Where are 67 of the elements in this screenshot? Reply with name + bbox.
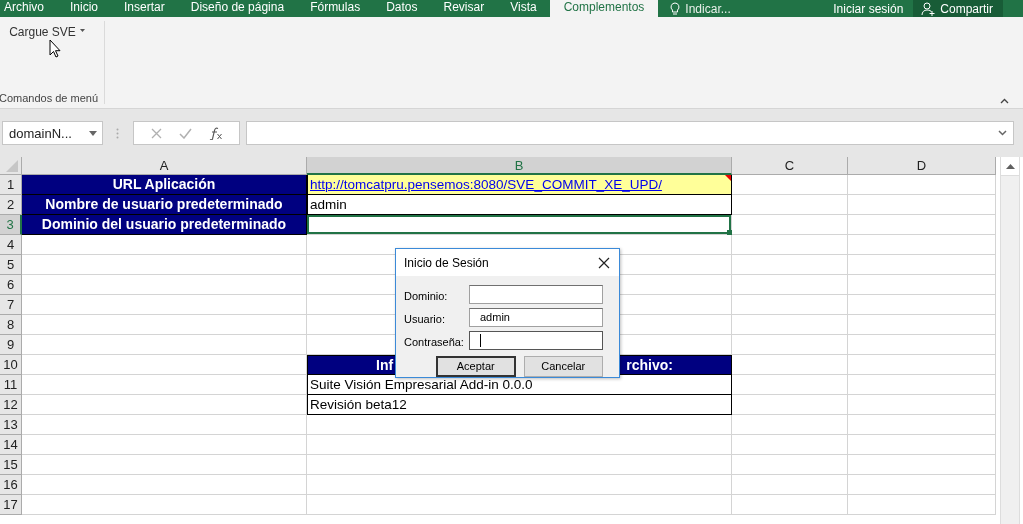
- row-header[interactable]: 2: [0, 195, 22, 215]
- row-header[interactable]: 4: [0, 235, 22, 255]
- field-label: Dominio:: [404, 290, 448, 304]
- row-header[interactable]: 13: [0, 415, 22, 435]
- row-header[interactable]: 14: [0, 435, 22, 455]
- formula-input[interactable]: [246, 121, 1014, 145]
- row-header[interactable]: 9: [0, 335, 22, 355]
- ribbon-tab[interactable]: Diseño de página: [177, 0, 298, 17]
- input-field[interactable]: [469, 331, 603, 350]
- field-label: Usuario:: [404, 313, 445, 327]
- row-header[interactable]: 15: [0, 455, 22, 475]
- row-header[interactable]: 1: [0, 175, 22, 195]
- selected-cell[interactable]: [307, 215, 732, 235]
- input-field[interactable]: [469, 285, 603, 304]
- tell-me-search[interactable]: Indicar...: [658, 1, 731, 16]
- row-header[interactable]: 3: [0, 215, 22, 235]
- row-header[interactable]: 10: [0, 355, 22, 375]
- cell-text: Inf: [376, 356, 394, 374]
- dialog-button[interactable]: Aceptar: [436, 356, 516, 377]
- ribbon-tab[interactable]: Revisar: [430, 0, 498, 17]
- table-cell: URL Aplicación: [22, 175, 307, 195]
- ribbon-tab[interactable]: Vista: [497, 0, 550, 17]
- row-header[interactable]: 7: [0, 295, 22, 315]
- cancel-icon: [150, 127, 162, 139]
- expand-icon: [998, 130, 1007, 136]
- row-header[interactable]: 8: [0, 315, 22, 335]
- sign-in-link[interactable]: Iniciar sesión: [823, 1, 914, 16]
- table-cell: Dominio del usuario predeterminado: [22, 215, 307, 235]
- ribbon-tab[interactable]: Insertar: [111, 0, 178, 17]
- column-header[interactable]: C: [732, 157, 848, 175]
- ribbon-tab[interactable]: Inicio: [57, 0, 112, 17]
- collapse-ribbon-icon: [1000, 98, 1009, 104]
- ribbon-tab[interactable]: Datos: [373, 0, 431, 17]
- menu-button[interactable]: Cargue SVE: [9, 25, 85, 39]
- row-header[interactable]: 17: [0, 495, 22, 515]
- dropdown-caret-icon: [89, 130, 97, 136]
- cell-text: rchivo:: [626, 356, 673, 374]
- share-button[interactable]: Compartir: [913, 0, 1003, 17]
- input-field[interactable]: admin: [469, 308, 603, 327]
- column-header[interactable]: B: [307, 157, 732, 175]
- scrollbar[interactable]: [1000, 157, 1020, 524]
- ribbon-tab[interactable]: Fórmulas: [297, 0, 374, 17]
- row-header[interactable]: 5: [0, 255, 22, 275]
- close-icon: [598, 256, 610, 269]
- row-header[interactable]: 6: [0, 275, 22, 295]
- dropdown-caret-icon: [79, 28, 85, 32]
- mouse-pointer-icon: [49, 39, 61, 58]
- dialog-title: Inicio de Sesión: [404, 255, 489, 270]
- lightbulb-icon: [670, 1, 681, 16]
- ribbon-tab[interactable]: Archivo: [0, 0, 57, 17]
- row-header[interactable]: 12: [0, 395, 22, 415]
- row-header[interactable]: 16: [0, 475, 22, 495]
- function-icon: [208, 126, 223, 140]
- column-header[interactable]: A: [22, 157, 307, 175]
- group-label: Comandos de menú: [0, 92, 99, 104]
- column-header[interactable]: D: [848, 157, 996, 175]
- select-all-icon: [6, 160, 18, 172]
- table-cell: admin: [307, 195, 732, 215]
- check-icon: [178, 127, 192, 139]
- field-label: Contraseña:: [404, 336, 464, 350]
- dialog-button[interactable]: Cancelar: [523, 356, 603, 377]
- table-cell: Nombre de usuario predeterminado: [22, 195, 307, 215]
- row-header[interactable]: 11: [0, 375, 22, 395]
- ribbon-tab[interactable]: Complementos: [549, 0, 659, 17]
- scroll-up-icon: [1005, 163, 1015, 169]
- table-cell: Revisión beta12: [307, 395, 732, 415]
- name-box[interactable]: domainN...: [2, 121, 103, 145]
